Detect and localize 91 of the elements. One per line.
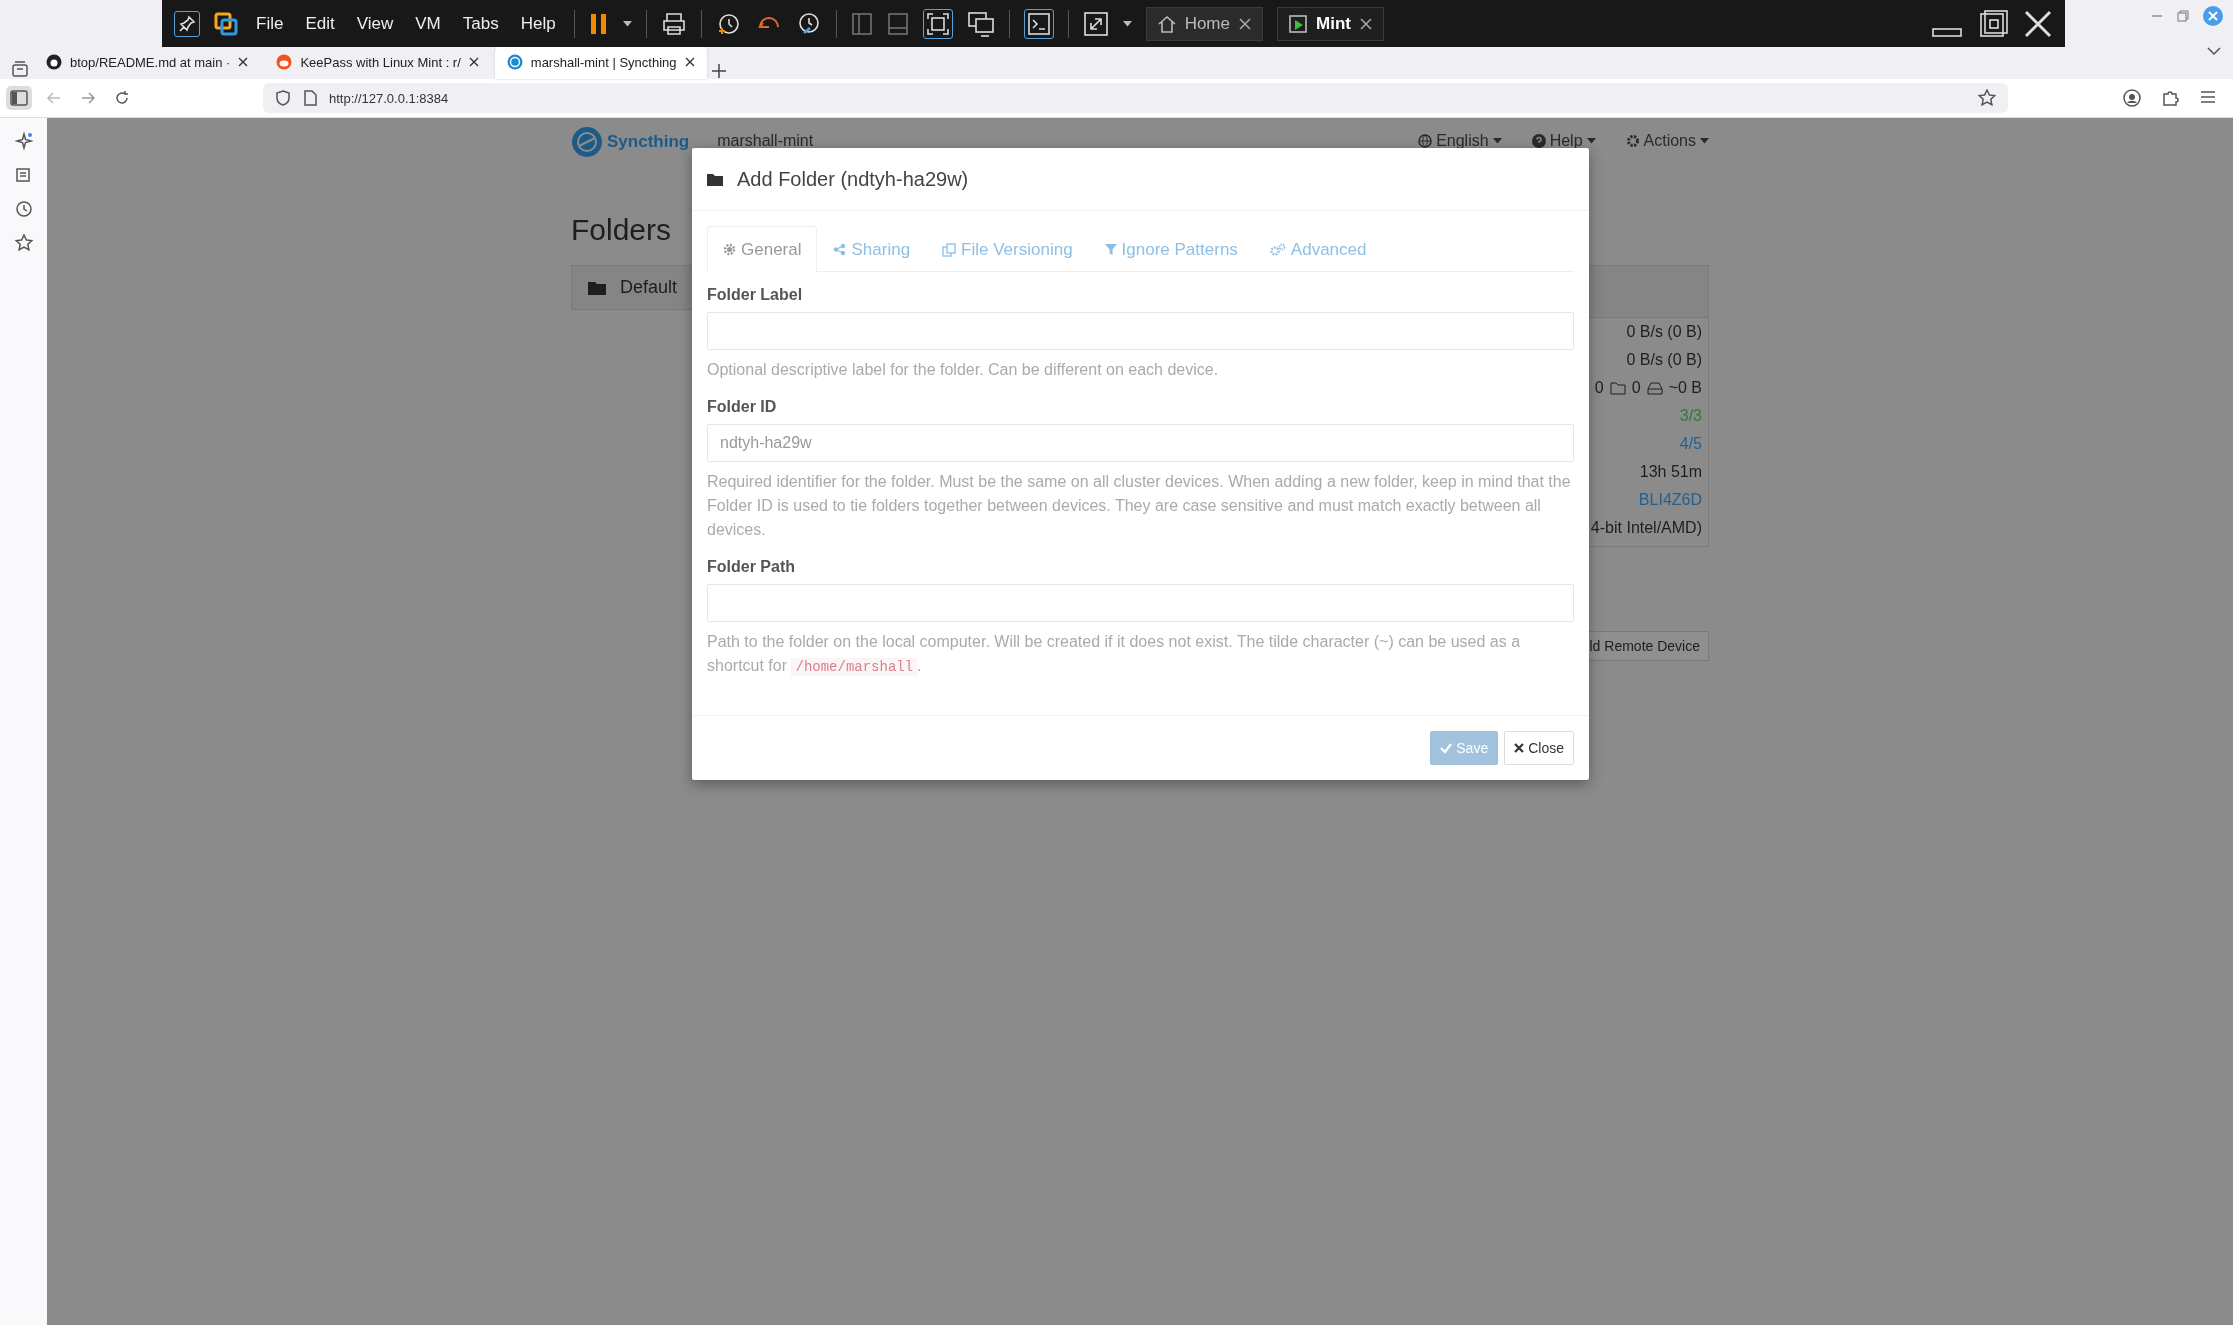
nav-menu[interactable]: English	[1436, 132, 1489, 150]
star-icon[interactable]	[14, 234, 33, 252]
restore-icon[interactable]	[1979, 8, 2009, 39]
fullscreen-icon[interactable]	[925, 11, 950, 36]
nav-menu[interactable]: Actions	[1643, 132, 1696, 150]
folder-icon	[588, 280, 606, 295]
menu-item[interactable]: File	[252, 13, 288, 34]
stat-value: 13h 51m	[1639, 463, 1702, 481]
field-label: Folder ID	[707, 398, 778, 416]
sparkle-icon[interactable]	[14, 132, 33, 150]
gears-icon	[1269, 242, 1286, 257]
caret-icon[interactable]	[1122, 20, 1132, 27]
close-icon[interactable]	[238, 57, 249, 68]
folders-heading: Folders	[571, 213, 672, 247]
add-device-button[interactable]: ld Remote Device	[1589, 631, 1709, 661]
field-label: Folder Label	[707, 286, 804, 304]
stat-value: 4-bit Intel/AMD)	[1590, 519, 1702, 537]
pause-icon[interactable]	[588, 11, 609, 36]
close-icon[interactable]	[1358, 16, 1373, 31]
file-count: 0	[1594, 379, 1604, 397]
vm-tab[interactable]: Home	[1145, 6, 1263, 41]
menu-item[interactable]: VM	[411, 13, 445, 34]
reload-icon[interactable]	[114, 90, 130, 107]
folder-row[interactable]: Default	[571, 265, 692, 310]
stat-value: 0 B/s (0 B)	[1626, 351, 1702, 369]
folder-count: 0	[1631, 379, 1641, 397]
drive-icon	[1646, 381, 1663, 395]
account-icon[interactable]	[2123, 89, 2141, 108]
caret-icon[interactable]	[622, 20, 632, 27]
caret-icon[interactable]	[1700, 138, 1709, 144]
browser-tab[interactable]: KeePass with Linux Mint : r/	[264, 45, 491, 80]
menu-item[interactable]: View	[352, 13, 398, 34]
help-text: Required identifier for the folder. Must be the same on all cluster devices. When adding a new folder, keep in mind that the Folder ID is used to tie folders together between devices. They are case sensitive and must match exactly between all devices.	[707, 472, 1572, 540]
tab-list-icon[interactable]	[10, 59, 30, 80]
menu-item[interactable]: Help	[516, 13, 560, 34]
dialog-button[interactable]: Close	[1504, 731, 1574, 765]
text-field[interactable]	[707, 312, 1574, 350]
size-value: ~0 B	[1668, 379, 1702, 397]
copy-icon	[942, 242, 957, 257]
monitors-icon[interactable]	[966, 10, 995, 37]
text-field[interactable]	[707, 584, 1574, 622]
filter-icon	[1104, 243, 1117, 256]
panel-bottom-icon[interactable]	[886, 11, 909, 36]
close-icon[interactable]	[1238, 16, 1252, 31]
stat-value: 3/3	[1679, 407, 1702, 425]
nav-menu[interactable]: Help	[1549, 132, 1583, 150]
gear-icon	[723, 243, 736, 256]
vm-play-icon	[1288, 13, 1308, 34]
stat-value: 0 B/s (0 B)	[1626, 323, 1702, 341]
device-name: marshall-mint	[717, 132, 814, 150]
help-icon[interactable]	[1531, 134, 1546, 148]
printer-icon[interactable]	[660, 10, 687, 37]
browser-tab[interactable]: marshall-mint | Syncthing	[494, 45, 707, 80]
caret-icon[interactable]	[1492, 138, 1502, 144]
sidebar-icon[interactable]	[10, 90, 28, 107]
star-icon[interactable]	[1978, 89, 1996, 108]
share-icon	[833, 243, 847, 256]
new-tab-icon[interactable]	[710, 63, 727, 80]
field-label: Folder Path	[707, 558, 796, 576]
close-icon[interactable]	[2023, 8, 2053, 39]
menu-item[interactable]: Edit	[301, 13, 339, 34]
text-field[interactable]: ndtyh-ha29w	[707, 424, 1574, 462]
vm-tab[interactable]: Mint	[1277, 6, 1384, 41]
help-text: Optional descriptive label for the folder. Can be different on each device.	[707, 360, 1220, 380]
pin-icon[interactable]	[177, 13, 197, 34]
menu-item[interactable]: Tabs	[458, 13, 503, 34]
browser-tab[interactable]: btop/README.md at main ·	[34, 45, 261, 80]
close-icon[interactable]	[468, 57, 479, 68]
panel-left-icon[interactable]	[850, 11, 873, 36]
shield-icon	[275, 90, 291, 107]
globe-icon[interactable]	[1418, 134, 1433, 148]
squares-logo-icon[interactable]	[214, 11, 238, 36]
resize-icon[interactable]	[1082, 10, 1109, 37]
page-icon	[303, 90, 317, 107]
help-text: Path to the folder on the local computer. Will be created if it does not exist. The tilde character (~) can be used as a shortcut for /home/marshall .	[707, 632, 1522, 678]
puzzle-icon[interactable]	[2161, 89, 2179, 108]
close-icon	[1514, 743, 1525, 753]
terminal-icon[interactable]	[1026, 11, 1051, 36]
folder-icon	[707, 172, 723, 186]
gear-icon[interactable]	[1625, 134, 1640, 148]
menu-icon[interactable]	[2199, 89, 2217, 106]
folder-name: Default	[620, 277, 678, 298]
dialog-tab[interactable]: General	[707, 226, 818, 272]
chevron-down-icon[interactable]	[2207, 46, 2221, 56]
folder-outline-icon	[1609, 381, 1626, 395]
caret-icon[interactable]	[1586, 138, 1596, 144]
dialog-title: Add Folder (ndtyh-ha29w)	[737, 167, 969, 191]
home-icon	[1156, 13, 1177, 34]
close-icon[interactable]	[684, 57, 695, 68]
check-icon	[1440, 742, 1453, 754]
clock-icon[interactable]	[14, 200, 33, 218]
